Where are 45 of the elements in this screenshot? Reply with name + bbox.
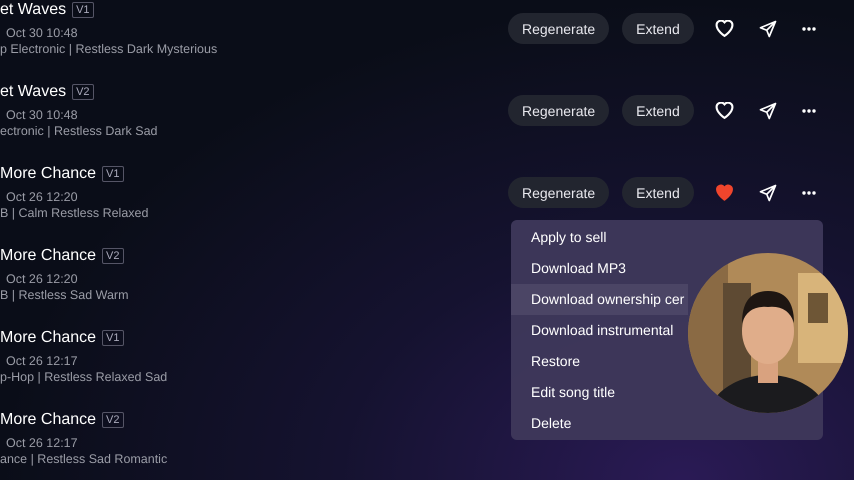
song-date: Oct 26 12:17 xyxy=(5,353,79,369)
song-title: More Chance xyxy=(0,411,96,429)
song-date: Oct 26 12:17 xyxy=(5,435,79,451)
menu-item[interactable]: Delete xyxy=(511,408,688,438)
regenerate-button[interactable]: Regenerate xyxy=(508,95,610,126)
extend-button[interactable]: Extend xyxy=(622,177,694,208)
song-tags: B | Restless Sad Warm xyxy=(0,287,508,303)
extend-button[interactable]: Extend xyxy=(622,95,694,126)
send-icon[interactable] xyxy=(758,100,778,120)
menu-item[interactable]: Download ownership cer xyxy=(511,284,688,314)
menu-item[interactable]: Edit song title xyxy=(511,376,688,408)
heart-icon[interactable] xyxy=(714,102,734,120)
song-date: Oct 26 12:20 xyxy=(5,189,79,205)
song-tags: p Electronic | Restless Dark Mysterious xyxy=(0,41,508,57)
more-icon[interactable] xyxy=(802,190,816,194)
song-title: et Waves xyxy=(0,1,66,19)
song-title: More Chance xyxy=(0,329,96,347)
menu-item[interactable]: Restore xyxy=(511,346,688,376)
heart-icon[interactable] xyxy=(714,20,734,38)
menu-item[interactable]: Download instrumental xyxy=(511,314,688,346)
menu-item[interactable]: Apply to sell xyxy=(511,222,688,252)
version-tag: V1 xyxy=(102,330,124,346)
version-tag: V2 xyxy=(72,84,94,100)
more-icon[interactable] xyxy=(802,108,816,112)
send-icon[interactable] xyxy=(758,182,778,202)
song-tags: ance | Restless Sad Romantic xyxy=(0,451,508,467)
menu-item[interactable]: Download MP3 xyxy=(511,252,688,284)
song-title: More Chance xyxy=(0,247,96,265)
song-date: Oct 30 10:48 xyxy=(5,107,79,123)
regenerate-button[interactable]: Regenerate xyxy=(508,13,610,44)
more-icon[interactable] xyxy=(802,26,816,30)
song-tags: p-Hop | Restless Relaxed Sad xyxy=(0,369,508,385)
version-tag: V1 xyxy=(72,2,94,18)
song-tags: ectronic | Restless Dark Sad xyxy=(0,123,508,139)
song-date: Oct 26 12:20 xyxy=(5,271,79,287)
song-tags: B | Calm Restless Relaxed xyxy=(0,205,508,221)
song-title: More Chance xyxy=(0,165,96,183)
song-title: et Waves xyxy=(0,83,66,101)
version-tag: V2 xyxy=(102,248,124,264)
version-tag: V2 xyxy=(102,412,124,428)
send-icon[interactable] xyxy=(758,18,778,38)
song-date: Oct 30 10:48 xyxy=(5,25,79,41)
version-tag: V1 xyxy=(102,166,124,182)
regenerate-button[interactable]: Regenerate xyxy=(508,177,610,208)
extend-button[interactable]: Extend xyxy=(622,13,694,44)
